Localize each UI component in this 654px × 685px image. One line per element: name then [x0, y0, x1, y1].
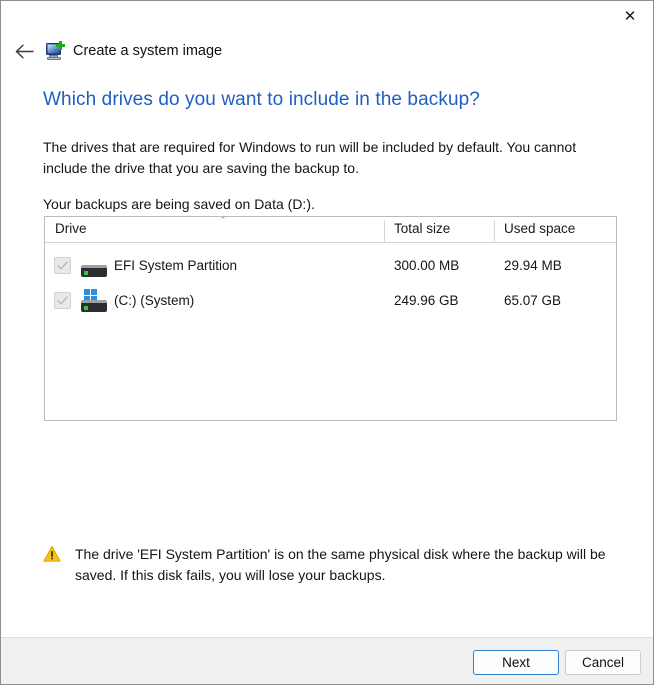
create-system-image-icon: [45, 41, 65, 61]
back-arrow-icon: [15, 44, 34, 58]
checkmark-icon: [57, 296, 68, 305]
drive-used-space: 29.94 MB: [504, 258, 562, 273]
drive-checkbox[interactable]: [54, 292, 71, 309]
warning-text: The drive 'EFI System Partition' is on t…: [75, 546, 606, 583]
wizard-nav-row: Create a system image: [1, 37, 653, 65]
page-description: The drives that are required for Windows…: [43, 139, 577, 176]
column-divider-1: [384, 220, 385, 242]
drive-name: (C:) (System): [114, 293, 195, 308]
drive-total-size: 300.00 MB: [394, 258, 460, 273]
column-header-total-size[interactable]: Total size: [394, 221, 450, 236]
create-system-image-window: ✕ Create a system image Which drives do …: [0, 0, 654, 685]
checkmark-icon: [57, 261, 68, 270]
app-title: Create a system image: [73, 43, 223, 59]
close-icon: ✕: [623, 7, 637, 25]
next-button[interactable]: Next: [473, 650, 559, 675]
cancel-button[interactable]: Cancel: [565, 650, 641, 675]
backup-target-text: Your backups are being saved on Data (D:…: [43, 196, 315, 212]
drive-list-header: Drive ˄ Total size Used space: [45, 217, 616, 243]
dialog-footer: Next Cancel: [1, 637, 653, 684]
column-header-drive[interactable]: Drive: [55, 221, 87, 236]
drive-list[interactable]: Drive ˄ Total size Used space EFI System…: [44, 216, 617, 421]
drive-total-size: 249.96 GB: [394, 293, 459, 308]
sort-ascending-icon: ˄: [220, 216, 226, 227]
drive-name: EFI System Partition: [114, 258, 238, 273]
drive-checkbox[interactable]: [54, 257, 71, 274]
hard-drive-icon: [80, 255, 108, 277]
drive-used-space: 65.07 GB: [504, 293, 562, 308]
close-button[interactable]: ✕: [607, 1, 653, 32]
table-row[interactable]: EFI System Partition 300.00 MB 29.94 MB: [45, 248, 616, 283]
title-bar: ✕: [1, 1, 653, 33]
warning-message: The drive 'EFI System Partition' is on t…: [43, 544, 618, 586]
page-title: Which drives do you want to include in t…: [43, 89, 480, 110]
column-header-used-space[interactable]: Used space: [504, 221, 575, 236]
warning-triangle-icon: [43, 545, 61, 562]
table-row[interactable]: (C:) (System) 249.96 GB 65.07 GB: [45, 283, 616, 318]
column-divider-2: [494, 220, 495, 242]
back-button[interactable]: [7, 38, 41, 64]
windows-system-drive-icon: [80, 289, 108, 312]
